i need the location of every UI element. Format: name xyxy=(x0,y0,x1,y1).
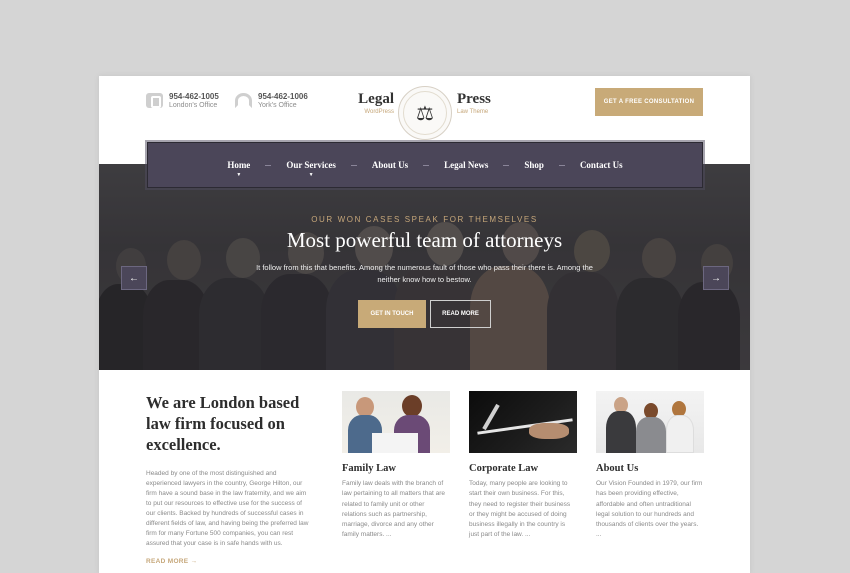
card-title: Family Law xyxy=(342,463,396,474)
card-about-us[interactable]: About Us Our Vision Founded in 1979, our… xyxy=(596,391,704,541)
get-in-touch-button[interactable]: GET IN TOUCH xyxy=(358,300,426,328)
intro-heading: We are London based law firm focused on … xyxy=(146,393,300,454)
site-logo[interactable]: Legal WordPress ⚖ Press Law Theme xyxy=(358,86,493,140)
main-navigation: Home ▼ Our Services ▼ About Us Legal New… xyxy=(147,142,703,188)
intro-section: We are London based law firm focused on … xyxy=(146,392,311,565)
chevron-down-icon: ▼ xyxy=(308,173,314,178)
card-family-law[interactable]: Family Law Family law deals with the bra… xyxy=(342,391,450,541)
nav-item-legal-news[interactable]: Legal News xyxy=(429,160,503,170)
phone-icon xyxy=(146,93,163,108)
card-text: Today, many people are looking to start … xyxy=(469,480,571,539)
corporate-law-image xyxy=(469,391,577,453)
arrow-right-icon: → xyxy=(711,272,721,284)
card-text: Our Vision Founded in 1979, our firm has… xyxy=(596,480,703,539)
intro-read-more-link[interactable]: READ MORE → xyxy=(146,558,311,565)
nav-item-our-services[interactable]: Our Services ▼ xyxy=(271,160,351,178)
family-law-image xyxy=(342,391,450,453)
intro-body: Headed by one of the most distinguished … xyxy=(146,470,309,547)
hero-read-more-button[interactable]: READ MORE xyxy=(430,300,491,328)
logo-left-word: Legal WordPress xyxy=(358,91,394,115)
scales-of-justice-icon: ⚖ xyxy=(403,91,447,135)
logo-right-word: Press Law Theme xyxy=(457,91,493,115)
card-title: Corporate Law xyxy=(469,463,539,474)
slider-next-button[interactable]: → xyxy=(703,266,729,290)
arrow-left-icon: ← xyxy=(129,272,139,284)
about-us-image xyxy=(596,391,704,453)
hero-title: Most powerful team of attorneys xyxy=(286,228,563,252)
nav-item-home[interactable]: Home ▼ xyxy=(212,160,265,178)
logo-emblem: ⚖ xyxy=(398,86,452,140)
london-phone: 954-462-1005 xyxy=(169,92,219,101)
nav-item-about-us[interactable]: About Us xyxy=(357,160,423,170)
free-consultation-button[interactable]: GET A FREE CONSULTATION xyxy=(595,88,703,116)
hero-lead: It follow from this that benefits. Among… xyxy=(256,263,593,284)
york-office-label: York's Office xyxy=(258,102,297,109)
nav-item-shop[interactable]: Shop xyxy=(509,160,559,170)
hero-kicker: OUR WON CASES SPEAK FOR THEMSELVES xyxy=(311,215,538,224)
york-phone: 954-462-1006 xyxy=(258,92,308,101)
york-office-contact[interactable]: 954-462-1006 York's Office xyxy=(235,92,308,110)
headset-icon xyxy=(235,93,252,108)
website-preview: 954-462-1005 London's Office 954-462-100… xyxy=(99,76,750,573)
card-title: About Us xyxy=(596,463,639,474)
london-office-label: London's Office xyxy=(169,102,218,109)
chevron-down-icon: ▼ xyxy=(236,173,242,178)
logo-left-tag: WordPress xyxy=(364,109,394,115)
card-corporate-law[interactable]: Corporate Law Today, many people are loo… xyxy=(469,391,577,541)
card-text: Family law deals with the branch of law … xyxy=(342,480,445,539)
london-office-contact[interactable]: 954-462-1005 London's Office xyxy=(146,92,219,110)
slider-prev-button[interactable]: ← xyxy=(121,266,147,290)
nav-item-contact-us[interactable]: Contact Us xyxy=(565,160,638,170)
logo-right-tag: Law Theme xyxy=(457,109,489,115)
